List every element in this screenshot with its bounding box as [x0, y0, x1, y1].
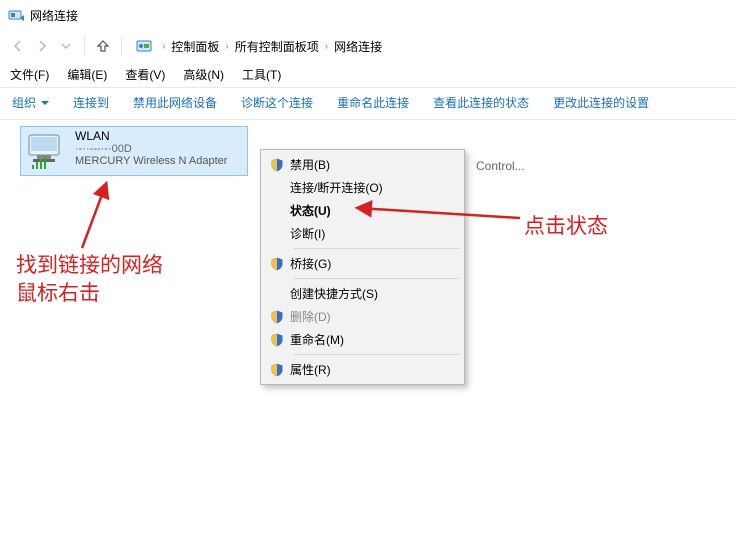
separator	[121, 36, 122, 56]
context-menu-item[interactable]: 诊断(I)	[264, 222, 461, 245]
context-menu-item-label: 状态(U)	[290, 202, 453, 219]
adapter-name: WLAN	[75, 129, 227, 143]
organize-dropdown[interactable]: 组织	[12, 94, 49, 111]
separator	[84, 36, 85, 56]
change-settings-button[interactable]: 更改此连接的设置	[553, 94, 649, 111]
uac-shield-icon	[264, 253, 290, 275]
adapter-wlan-item[interactable]: WLAN ·-··---·-·00D MERCURY Wireless N Ad…	[20, 126, 248, 176]
window-icon	[8, 7, 24, 23]
context-menu-item[interactable]: 连接/断开连接(O)	[264, 176, 461, 199]
nav-up-button[interactable]	[91, 34, 115, 58]
menu-edit[interactable]: 编辑(E)	[67, 66, 107, 83]
disable-device-button[interactable]: 禁用此网络设备	[133, 94, 217, 111]
breadcrumb-item[interactable]: 所有控制面板项	[235, 38, 319, 55]
window-title: 网络连接	[30, 7, 78, 24]
context-menu-item-label: 创建快捷方式(S)	[290, 285, 453, 302]
context-menu-item-label: 连接/断开连接(O)	[290, 179, 453, 196]
context-menu-item-label: 禁用(B)	[290, 156, 453, 173]
context-menu-item[interactable]: 重命名(M)	[264, 328, 461, 351]
control-panel-icon	[136, 38, 152, 54]
chevron-right-icon: ›	[325, 41, 328, 52]
menu-tools[interactable]: 工具(T)	[242, 66, 281, 83]
menu-separator	[294, 354, 459, 355]
menu-file[interactable]: 文件(F)	[10, 66, 49, 83]
context-menu: 禁用(B) 连接/断开连接(O) 状态(U) 诊断(I) 桥接(G) 创建快捷方式(S) 删…	[260, 149, 465, 385]
context-menu-item: 删除(D)	[264, 305, 461, 328]
blank-icon	[264, 283, 290, 305]
chevron-right-icon: ›	[225, 41, 228, 52]
menu-separator	[294, 248, 459, 249]
uac-shield-icon	[264, 154, 290, 176]
annotation-right: 点击状态	[524, 210, 608, 240]
annotation-left: 找到链接的网络 鼠标右击	[16, 252, 163, 308]
nav-back-button[interactable]	[6, 34, 30, 58]
menu-advanced[interactable]: 高级(N)	[183, 66, 224, 83]
breadcrumb[interactable]: › 控制面板 › 所有控制面板项 › 网络连接	[156, 38, 382, 55]
adapter-ssid: ·-··---·-·00D	[75, 143, 227, 155]
context-menu-item[interactable]: 状态(U)	[264, 199, 461, 222]
blank-icon	[264, 200, 290, 222]
uac-shield-icon	[264, 359, 290, 381]
nav-recent-button[interactable]	[54, 34, 78, 58]
blank-icon	[264, 177, 290, 199]
context-menu-item[interactable]: 桥接(G)	[264, 252, 461, 275]
context-menu-item-label: 属性(R)	[290, 361, 453, 378]
network-adapter-icon	[25, 129, 69, 173]
context-menu-item-label: 桥接(G)	[290, 255, 453, 272]
chevron-right-icon: ›	[162, 41, 165, 52]
menubar: 文件(F) 编辑(E) 查看(V) 高级(N) 工具(T)	[0, 62, 736, 88]
context-menu-item-label: 删除(D)	[290, 308, 453, 325]
context-menu-item[interactable]: 禁用(B)	[264, 153, 461, 176]
uac-shield-icon	[264, 306, 290, 328]
annotation-arrow-left	[60, 176, 130, 256]
nav-forward-button[interactable]	[30, 34, 54, 58]
command-toolbar: 组织 连接到 禁用此网络设备 诊断这个连接 重命名此连接 查看此连接的状态 更改…	[0, 88, 736, 120]
menu-view[interactable]: 查看(V)	[125, 66, 165, 83]
diagnose-button[interactable]: 诊断这个连接	[241, 94, 313, 111]
adapter-device-name: MERCURY Wireless N Adapter	[75, 155, 227, 167]
blank-icon	[264, 223, 290, 245]
view-status-button[interactable]: 查看此连接的状态	[433, 94, 529, 111]
connect-to-button[interactable]: 连接到	[73, 94, 109, 111]
context-menu-item[interactable]: 属性(R)	[264, 358, 461, 381]
breadcrumb-item[interactable]: 控制面板	[171, 38, 219, 55]
breadcrumb-item[interactable]: 网络连接	[334, 38, 382, 55]
rename-button[interactable]: 重命名此连接	[337, 94, 409, 111]
uac-shield-icon	[264, 329, 290, 351]
adapter-item-obscured[interactable]: Control...	[476, 159, 525, 173]
context-menu-item-label: 诊断(I)	[290, 225, 453, 242]
context-menu-item-label: 重命名(M)	[290, 331, 453, 348]
menu-separator	[294, 278, 459, 279]
context-menu-item[interactable]: 创建快捷方式(S)	[264, 282, 461, 305]
